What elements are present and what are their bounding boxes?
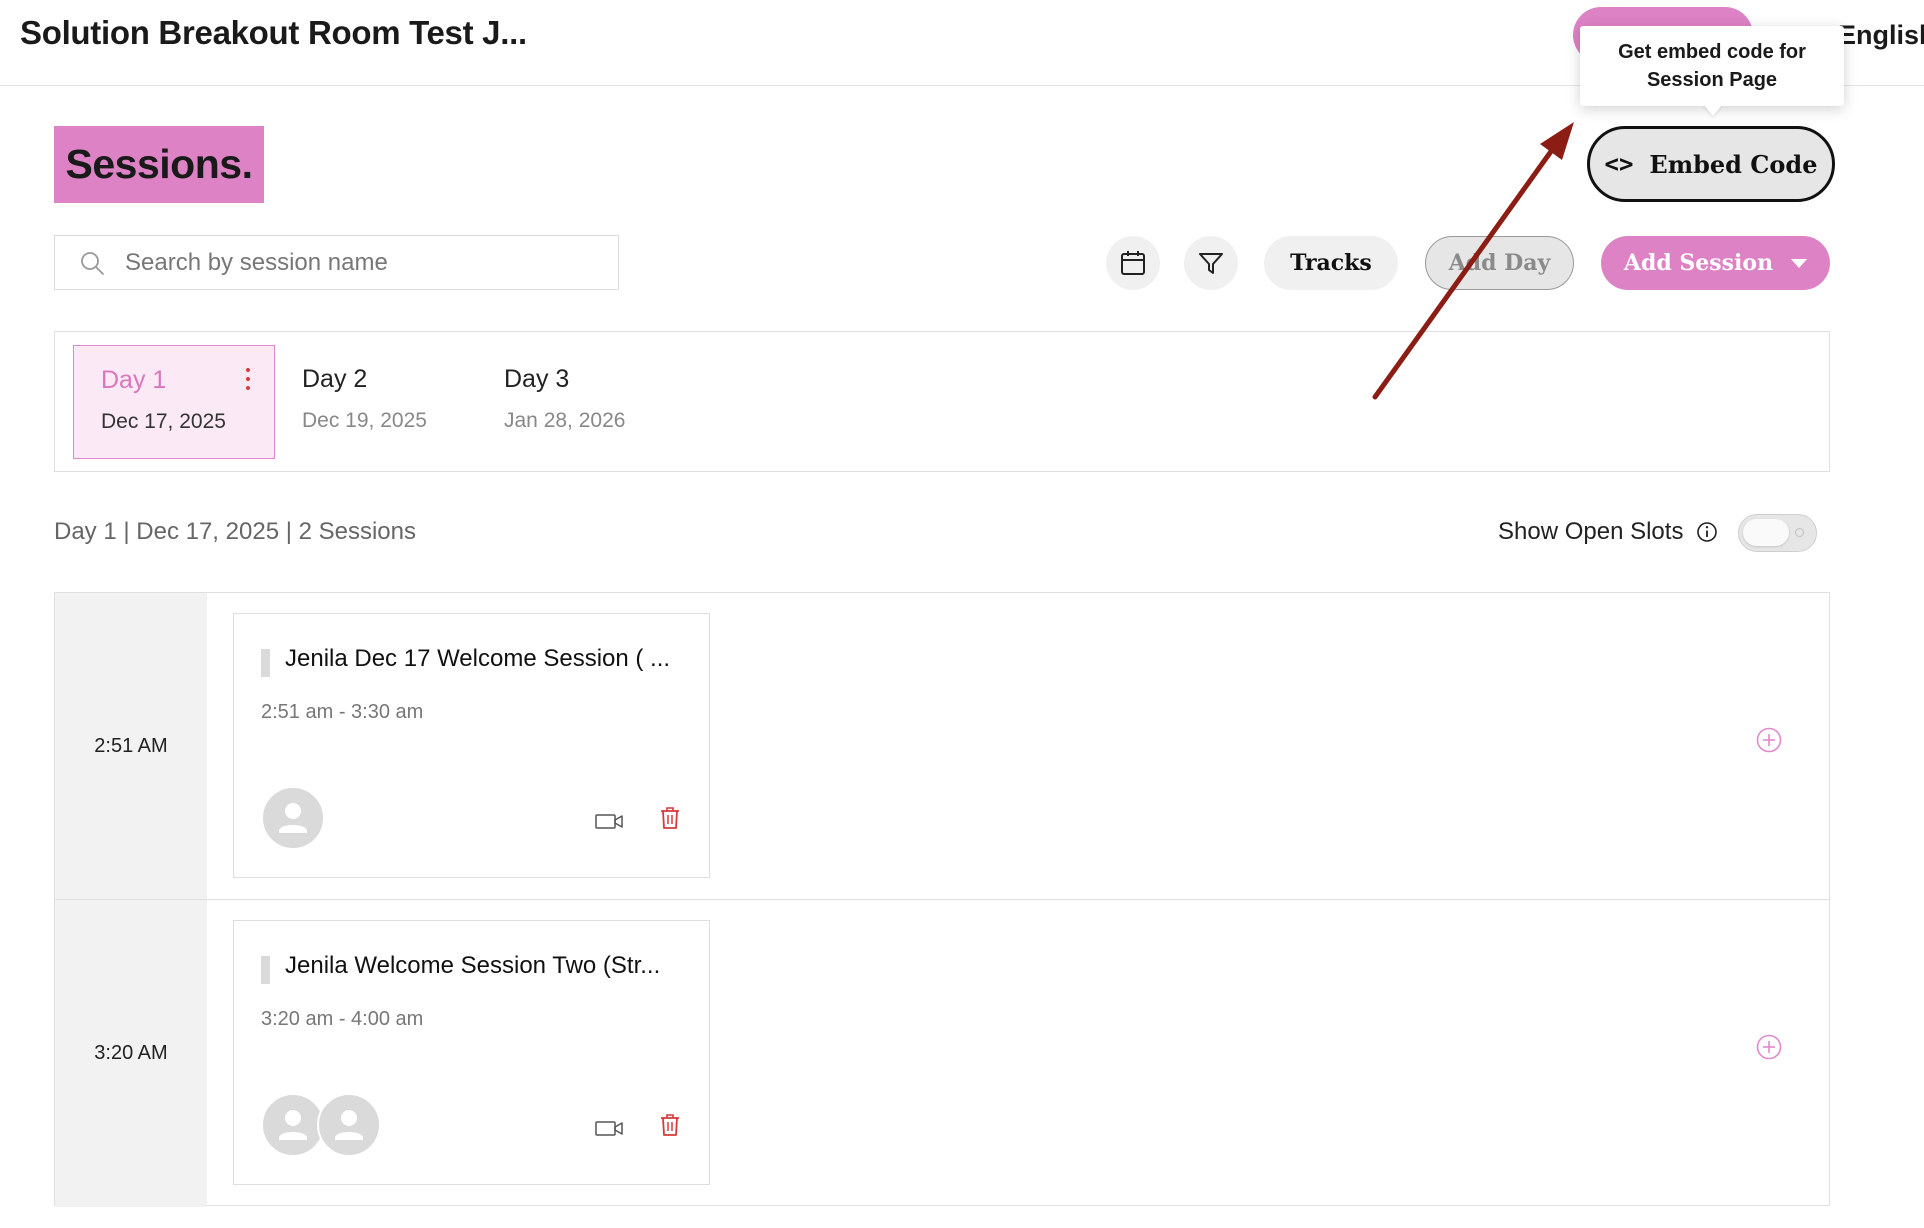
language-selector[interactable]: English: [1838, 20, 1924, 51]
video-camera-icon[interactable]: [595, 1119, 623, 1137]
code-brackets-icon: <>: [1604, 150, 1634, 178]
delete-icon[interactable]: [660, 806, 680, 830]
day-tab-3[interactable]: Day 3 Jan 28, 2026: [477, 345, 679, 459]
toggle-off-indicator: [1795, 528, 1804, 537]
day-date: Dec 19, 2025: [302, 409, 427, 432]
search-input[interactable]: [125, 244, 605, 282]
embed-code-button[interactable]: <> Embed Code: [1587, 126, 1835, 202]
open-slots-label: Show Open Slots: [1498, 518, 1684, 545]
open-slots-toggle[interactable]: [1738, 514, 1817, 552]
event-title: Solution Breakout Room Test J...: [20, 14, 527, 51]
speaker-avatar: [261, 1093, 325, 1157]
add-session-slot-icon[interactable]: [1756, 1034, 1782, 1060]
caret-down-icon: [1791, 258, 1808, 268]
day-tab-2[interactable]: Day 2 Dec 19, 2025: [275, 345, 477, 459]
tracks-button[interactable]: Tracks: [1264, 236, 1398, 290]
person-icon: [335, 1110, 363, 1140]
session-name: Jenila Dec 17 Welcome Session ( ...: [285, 645, 671, 672]
search-icon: [81, 252, 104, 275]
session-card[interactable]: Jenila Dec 17 Welcome Session ( ... 2:51…: [233, 613, 710, 878]
session-time-range: 3:20 am - 4:00 am: [261, 1008, 424, 1030]
person-icon: [279, 1110, 307, 1140]
session-name: Jenila Welcome Session Two (Str...: [285, 952, 661, 979]
day-date: Jan 28, 2026: [504, 409, 626, 432]
info-icon[interactable]: [1696, 521, 1718, 543]
day-name: Day 2: [302, 365, 368, 393]
session-time-range: 2:51 am - 3:30 am: [261, 701, 424, 723]
slot-time: 2:51 AM: [55, 593, 207, 899]
day-tab-1[interactable]: Day 1 Dec 17, 2025: [73, 345, 275, 459]
track-color-bar: [261, 649, 270, 677]
session-card[interactable]: Jenila Welcome Session Two (Str... 3:20 …: [233, 920, 710, 1185]
more-options-icon[interactable]: [244, 368, 252, 394]
day-name: Day 1: [101, 366, 167, 394]
add-session-button[interactable]: Add Session: [1601, 236, 1830, 290]
tooltip-caret: [1703, 104, 1723, 116]
calendar-view-button[interactable]: [1106, 236, 1160, 290]
day-date: Dec 17, 2025: [101, 410, 226, 433]
tooltip-text: Get embed code for Session Page: [1618, 41, 1806, 91]
time-slot-row: 3:20 AM Jenila Welcome Session Two (Str.…: [55, 900, 1829, 1207]
speaker-avatar: [261, 786, 325, 850]
embed-code-tooltip: Get embed code for Session Page: [1580, 26, 1844, 106]
page-title: Sessions.: [54, 126, 264, 203]
page-title-text: Sessions.: [65, 141, 253, 187]
toggle-knob: [1743, 519, 1789, 546]
add-day-button[interactable]: Add Day: [1425, 236, 1574, 290]
day-name: Day 3: [504, 365, 570, 393]
time-slot-row: 2:51 AM Jenila Dec 17 Welcome Session ( …: [55, 593, 1829, 900]
search-box[interactable]: [54, 235, 619, 290]
embed-code-label: Embed Code: [1649, 149, 1818, 179]
day-tabs-panel: Day 1 Dec 17, 2025 Day 2 Dec 19, 2025 Da…: [54, 331, 1830, 472]
add-session-slot-icon[interactable]: [1756, 727, 1782, 753]
session-schedule: 2:51 AM Jenila Dec 17 Welcome Session ( …: [54, 592, 1830, 1207]
calendar-icon: [1121, 251, 1145, 275]
person-icon: [279, 803, 307, 833]
delete-icon[interactable]: [660, 1113, 680, 1137]
filter-button[interactable]: [1184, 236, 1238, 290]
slot-time: 3:20 AM: [55, 900, 207, 1207]
speaker-avatar: [317, 1093, 381, 1157]
day-summary: Day 1 | Dec 17, 2025 | 2 Sessions: [54, 518, 417, 545]
track-color-bar: [261, 956, 270, 984]
filter-icon: [1199, 253, 1223, 274]
add-session-label: Add Session: [1623, 250, 1774, 276]
video-camera-icon[interactable]: [595, 812, 623, 830]
